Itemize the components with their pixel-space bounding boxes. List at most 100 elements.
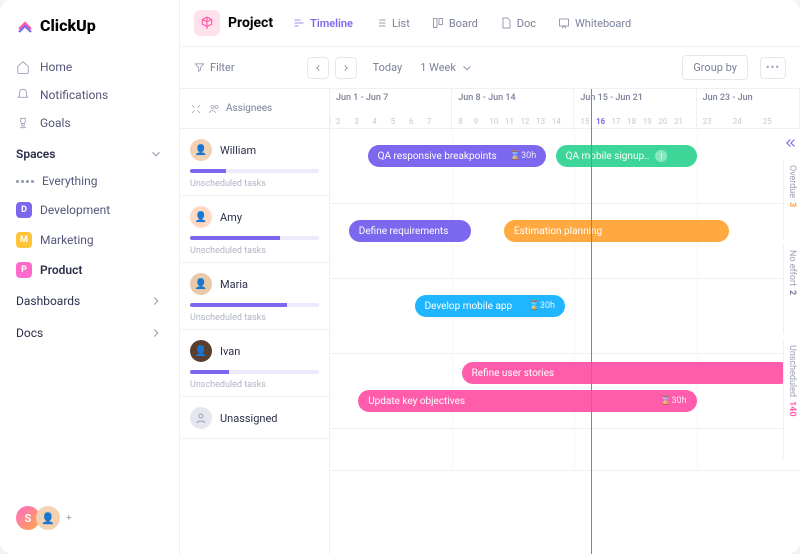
- workload-bar: [190, 236, 319, 240]
- chevron-down-icon: [149, 147, 163, 161]
- task-bar[interactable]: Estimation planning: [504, 220, 730, 242]
- side-tab-no-effort[interactable]: No effort2: [783, 244, 800, 334]
- chevron-right-icon: [149, 326, 163, 340]
- task-hours: ⌛30h: [502, 151, 536, 161]
- more-button[interactable]: •••: [760, 57, 786, 79]
- timeline-row: Refine user stories Update key objectives…: [330, 354, 800, 429]
- task-title: QA responsive breakpoints: [378, 151, 497, 162]
- unscheduled-label: Unscheduled tasks: [190, 380, 319, 390]
- task-title: Refine user stories: [472, 368, 554, 379]
- task-bar[interactable]: Update key objectives⌛30h: [358, 390, 696, 412]
- space-product[interactable]: PProduct: [0, 255, 179, 285]
- doc-icon: [500, 17, 512, 29]
- assignee-name: Maria: [220, 278, 248, 291]
- avatar: 👤: [190, 206, 212, 228]
- view-doc[interactable]: Doc: [492, 13, 544, 34]
- chevron-right-icon: [149, 294, 163, 308]
- view-list[interactable]: List: [367, 13, 418, 34]
- filter-icon: [194, 62, 205, 73]
- assignee-row[interactable]: 👤 William Unscheduled tasks: [180, 129, 329, 196]
- people-icon: [208, 103, 220, 115]
- spaces-header[interactable]: Spaces: [0, 137, 179, 167]
- chevron-left-icon: [313, 63, 323, 73]
- assignee-name: Unassigned: [220, 412, 278, 425]
- week-label: Jun 1 - Jun 7: [336, 93, 445, 103]
- today-button[interactable]: Today: [373, 61, 403, 74]
- nav-goals[interactable]: Goals: [0, 109, 179, 137]
- unscheduled-label: Unscheduled tasks: [190, 313, 319, 323]
- nav-docs[interactable]: Docs: [0, 317, 179, 349]
- week-label: Jun 15 - Jun 21: [580, 93, 689, 103]
- nav-dashboards[interactable]: Dashboards: [0, 285, 179, 317]
- groupby-button[interactable]: Group by: [682, 55, 748, 80]
- task-hours: ⌛30h: [521, 301, 555, 311]
- task-bar[interactable]: Develop mobile app ⌛30h: [415, 295, 565, 317]
- assignee-row[interactable]: Unassigned: [180, 397, 329, 439]
- footer-avatars[interactable]: S 👤 +: [0, 498, 179, 538]
- week-label: Jun 23 - Jun: [703, 93, 793, 103]
- add-member[interactable]: +: [66, 513, 72, 524]
- unscheduled-label: Unscheduled tasks: [190, 179, 319, 189]
- view-whiteboard[interactable]: Whiteboard: [550, 13, 639, 34]
- side-tab-unscheduled[interactable]: Unscheduled140: [783, 339, 800, 459]
- task-bar[interactable]: QA responsive breakpoints ⌛30h: [368, 145, 547, 167]
- task-title: Develop mobile app: [425, 301, 513, 312]
- home-icon: [16, 60, 30, 74]
- task-title: Define requirements: [359, 226, 449, 237]
- range-select[interactable]: 1 Week: [420, 61, 474, 75]
- list-icon: [375, 17, 387, 29]
- task-bar[interactable]: Define requirements: [349, 220, 471, 242]
- unscheduled-label: Unscheduled tasks: [190, 246, 319, 256]
- task-bar[interactable]: QA mobile signup..!: [556, 145, 697, 167]
- avatar: 👤: [190, 139, 212, 161]
- week-label: Jun 8 - Jun 14: [458, 93, 567, 103]
- workload-bar: [190, 303, 319, 307]
- timeline-row: Define requirements Estimation planning: [330, 204, 800, 279]
- today-indicator: [591, 89, 592, 554]
- board-icon: [432, 17, 444, 29]
- assignee-row[interactable]: 👤 Ivan Unscheduled tasks: [180, 330, 329, 397]
- brand-name: ClickUp: [40, 16, 96, 35]
- whiteboard-icon: [558, 17, 570, 29]
- view-timeline[interactable]: Timeline: [285, 13, 361, 34]
- view-board[interactable]: Board: [424, 13, 486, 34]
- avatar[interactable]: 👤: [36, 506, 60, 530]
- filter-button[interactable]: Filter: [194, 61, 235, 74]
- task-title: Estimation planning: [514, 226, 602, 237]
- expand-icon: [190, 103, 202, 115]
- space-everything[interactable]: Everything: [0, 167, 179, 195]
- workload-bar: [190, 370, 319, 374]
- prev-button[interactable]: [307, 57, 329, 79]
- assignee-row[interactable]: 👤 Maria Unscheduled tasks: [180, 263, 329, 330]
- assignee-name: Amy: [220, 211, 242, 224]
- avatar: 👤: [190, 340, 212, 362]
- project-title[interactable]: Project: [194, 10, 273, 36]
- timeline-row: [330, 429, 800, 471]
- task-hours: ⌛30h: [652, 396, 686, 406]
- next-button[interactable]: [335, 57, 357, 79]
- assignee-name: Ivan: [220, 345, 240, 358]
- assignee-row[interactable]: 👤 Amy Unscheduled tasks: [180, 196, 329, 263]
- timeline-row: QA responsive breakpoints ⌛30h QA mobile s…: [330, 129, 800, 204]
- assignee-name: William: [220, 144, 256, 157]
- space-badge: M: [16, 232, 32, 248]
- timeline-icon: [293, 17, 305, 29]
- week-column: Jun 1 - Jun 71st234567: [330, 89, 452, 128]
- nav-home[interactable]: Home: [0, 53, 179, 81]
- space-development[interactable]: DDevelopment: [0, 195, 179, 225]
- chevron-down-icon: [460, 61, 474, 75]
- trophy-icon: [16, 116, 30, 130]
- nav-notifications[interactable]: Notifications: [0, 81, 179, 109]
- week-column: Jun 23 - Jun232425: [697, 89, 800, 128]
- cube-icon: [194, 10, 220, 36]
- info-icon: !: [655, 150, 667, 162]
- task-bar[interactable]: Refine user stories: [462, 362, 791, 384]
- week-column: Jun 15 - Jun 2115161718192021: [574, 89, 696, 128]
- space-marketing[interactable]: MMarketing: [0, 225, 179, 255]
- assignees-header[interactable]: Assignees: [180, 89, 329, 129]
- timeline-row: Develop mobile app ⌛30h: [330, 279, 800, 354]
- side-tab-overdue[interactable]: Overdue3: [783, 159, 800, 239]
- brand-logo[interactable]: ClickUp: [0, 16, 179, 53]
- avatar: 👤: [190, 273, 212, 295]
- task-title: QA mobile signup..: [566, 151, 650, 162]
